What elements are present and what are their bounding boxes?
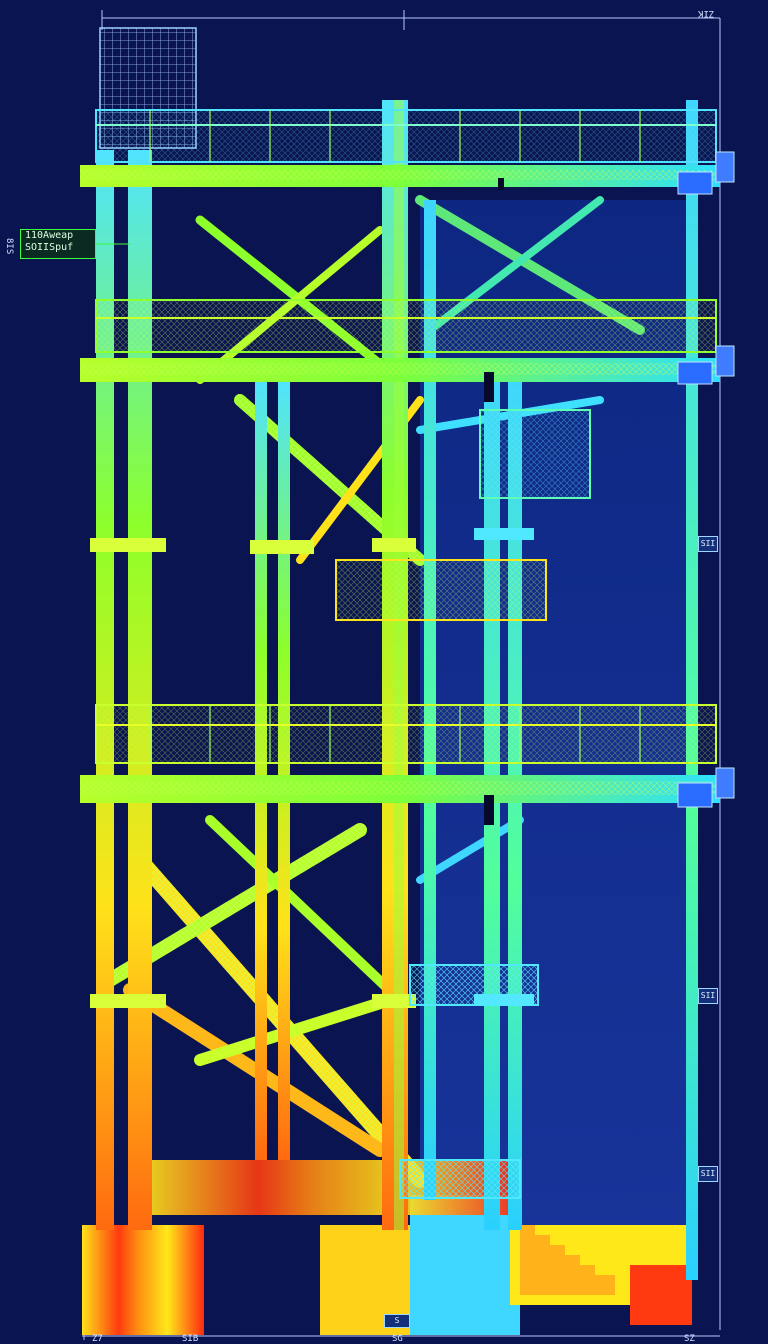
- structure-diagram: [80, 10, 735, 1340]
- left-marker: 8IS: [4, 238, 14, 255]
- bottom-label: SZ: [684, 1334, 695, 1344]
- deck-level-2: [80, 299, 720, 382]
- deck-level-1: [80, 109, 720, 187]
- bottom-label: Z7: [92, 1334, 103, 1344]
- elevation-tag: SII: [698, 1166, 718, 1182]
- callout-line-1: 110Aweap: [25, 230, 74, 241]
- deck-level-3: [80, 704, 720, 803]
- bottom-label: SIB: [182, 1334, 199, 1344]
- elevation-tag: SII: [698, 988, 718, 1004]
- bottom-label: SG: [392, 1334, 403, 1344]
- callout-line-2: SOIISpuf: [25, 242, 74, 253]
- top-right-marker: ZIK: [698, 8, 715, 18]
- bottom-center-box: S: [384, 1314, 410, 1328]
- callout-box: 110Aweap SOIISpuf: [20, 229, 96, 259]
- elevation-tag: SII: [698, 536, 718, 552]
